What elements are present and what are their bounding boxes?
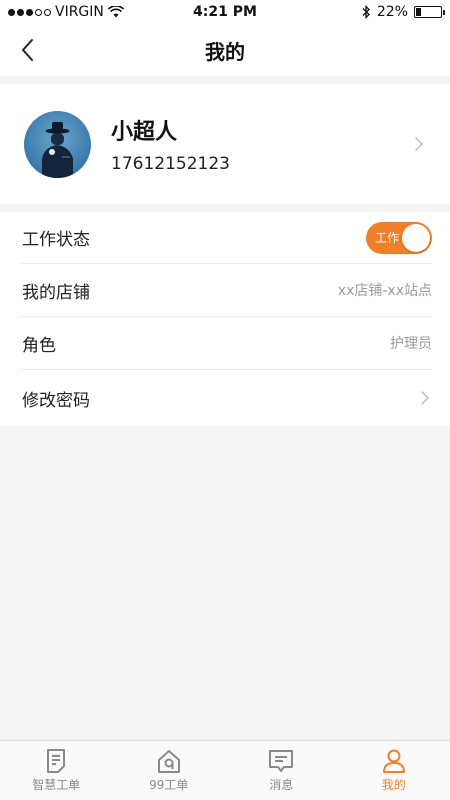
role-value: 护理员 — [390, 336, 432, 352]
change-password-row[interactable]: 修改密码 — [18, 370, 432, 426]
profile-info: 小超人 17612152123 — [111, 114, 412, 174]
settings-list: 工作状态 工作 我的店铺 xx店铺-xx站点 角色 护理员 修改密码 — [0, 212, 450, 426]
change-password-label: 修改密码 — [22, 390, 90, 411]
user-icon — [382, 749, 405, 773]
role-label: 角色 — [22, 335, 56, 356]
my-store-value: xx店铺-xx站点 — [337, 283, 432, 299]
toggle-knob — [402, 223, 430, 252]
my-store-row[interactable]: 我的店铺 xx店铺-xx站点 — [18, 264, 432, 317]
chevron-left-icon — [22, 39, 33, 61]
signal-strength-icon — [8, 8, 51, 16]
message-icon — [269, 750, 294, 772]
my-store-label: 我的店铺 — [22, 282, 90, 303]
document-icon — [47, 749, 66, 773]
battery-percent: 22% — [376, 4, 408, 20]
status-right: 22% — [361, 4, 445, 20]
wifi-icon — [107, 6, 124, 18]
status-bar: VIRGIN 4:21 PM 22% — [0, 0, 450, 24]
battery-icon — [414, 6, 445, 18]
tab-label: 智慧工单 — [32, 778, 81, 792]
chevron-right-icon — [421, 391, 430, 405]
bluetooth-icon — [362, 5, 370, 19]
chevron-right-icon — [415, 137, 424, 151]
avatar — [24, 110, 91, 178]
profile-name: 小超人 — [111, 120, 178, 145]
tab-smart-orders[interactable]: 智慧工单 — [0, 741, 113, 800]
work-status-label: 工作状态 — [22, 230, 90, 250]
carrier-label: VIRGIN — [55, 4, 104, 20]
work-status-row: 工作状态 工作 — [18, 212, 432, 264]
home-icon — [157, 750, 180, 773]
toggle-text: 工作 — [375, 230, 400, 245]
tab-label: 我的 — [381, 778, 406, 792]
tab-mine[interactable]: 我的 — [338, 741, 450, 800]
navigation-bar: 我的 — [0, 24, 450, 76]
role-row: 角色 护理员 — [18, 317, 432, 370]
profile-phone: 17612152123 — [111, 154, 230, 174]
tab-label: 99工单 — [149, 778, 189, 792]
work-status-toggle[interactable]: 工作 — [366, 221, 432, 254]
tab-label: 消息 — [269, 778, 294, 792]
tab-bar: 智慧工单 99工单 消息 我的 — [0, 740, 450, 800]
tab-messages[interactable]: 消息 — [225, 741, 338, 800]
tab-99-orders[interactable]: 99工单 — [113, 741, 226, 800]
back-button[interactable] — [10, 32, 46, 68]
avatar-figure-icon — [42, 121, 73, 178]
profile-card[interactable]: 小超人 17612152123 — [0, 84, 450, 204]
status-left: VIRGIN — [8, 4, 124, 20]
page-title: 我的 — [205, 39, 245, 64]
